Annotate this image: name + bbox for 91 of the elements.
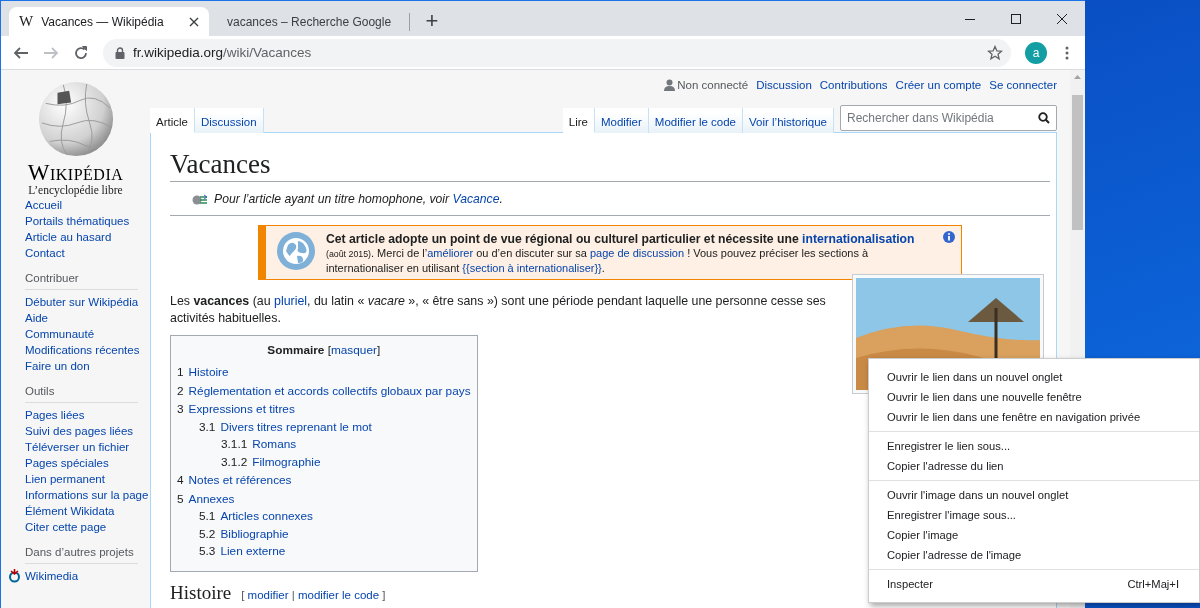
search-icon[interactable] xyxy=(1038,112,1050,124)
close-icon[interactable] xyxy=(1057,13,1067,24)
section-heading: Histoire xyxy=(170,581,232,603)
browser-tab[interactable]: W Vacances — Wikipédia xyxy=(9,7,209,36)
toc-link[interactable]: 3.1 Divers titres reprenant le mot xyxy=(199,418,372,436)
link[interactable]: modifier xyxy=(247,588,289,601)
sidebar-link[interactable]: Accueil xyxy=(25,197,150,213)
sidebar-link[interactable]: Communauté xyxy=(25,326,150,342)
new-tab-button[interactable]: + xyxy=(418,7,446,35)
page-title: Vacances xyxy=(170,147,1050,182)
link[interactable]: améliorer xyxy=(427,247,474,259)
user-icon xyxy=(664,79,676,91)
page-tab[interactable]: Voir l’historique xyxy=(743,108,834,133)
back-icon[interactable] xyxy=(13,44,29,61)
maximize-icon[interactable] xyxy=(1011,13,1021,24)
page-tab[interactable]: Modifier xyxy=(594,108,649,133)
sidebar-heading: Dans d’autres projets xyxy=(25,545,138,564)
page-tab[interactable]: Modifier le code xyxy=(648,108,743,133)
info-icon[interactable] xyxy=(943,231,955,243)
intro-paragraph: Les vacances (au pluriel, du latin « vacare », « être sans ») sont une période pendant laquelle une personne cesse ses activités habituelles. xyxy=(170,293,827,327)
notice-title: Cet article adopte un point de vue régional ou culturel particulier et nécessite une internationalisation xyxy=(326,231,916,247)
sidebar-link[interactable]: Portails thématiques xyxy=(25,213,150,229)
close-icon[interactable] xyxy=(189,16,199,27)
toc-heading: Sommaire [masquer] xyxy=(266,342,382,359)
menu-item[interactable]: Inspecter Ctrl+Maj+I xyxy=(869,574,1199,594)
menu-icon[interactable] xyxy=(1065,45,1069,60)
edit-links: [ modifier | modifier le code ] xyxy=(241,587,386,603)
toc-link[interactable]: 5.3 Lien externe xyxy=(199,543,286,561)
toc-link[interactable]: 4 Notes et références xyxy=(177,472,292,490)
lock-icon xyxy=(115,46,125,59)
favicon: W xyxy=(19,13,34,30)
menu-item[interactable]: Ouvrir le lien dans une fenêtre en navigation privée xyxy=(869,407,1199,427)
sidebar-link[interactable]: Citer cette page xyxy=(25,519,150,535)
toc-link[interactable]: 3 Expressions et titres xyxy=(177,401,295,419)
login-status: Non connecté xyxy=(664,79,749,91)
link[interactable]: page de discussion xyxy=(589,247,685,259)
sidebar-link[interactable]: Article au hasard xyxy=(25,229,150,245)
hatnote: Pour l’article ayant un titre homophone, voir Vacance. xyxy=(214,191,503,208)
menu-item[interactable]: Enregistrer l'image sous... xyxy=(869,505,1199,525)
link[interactable]: modifier le code xyxy=(297,588,380,601)
menu-item[interactable]: Copier l'image xyxy=(869,525,1199,545)
toc-link[interactable]: 5.2 Bibliographie xyxy=(199,525,289,543)
toc-link[interactable]: 5 Annexes xyxy=(177,490,235,508)
star-icon[interactable] xyxy=(987,44,1003,61)
toc-link[interactable]: 1 Histoire xyxy=(177,364,229,382)
sidebar-link[interactable]: Lien permanent xyxy=(25,471,150,487)
link[interactable]: internationalisation xyxy=(802,232,915,246)
sidebar-link[interactable]: Faire un don xyxy=(25,358,150,374)
sidebar-link[interactable]: Téléverser un fichier xyxy=(25,439,150,455)
menu-item[interactable]: Copier l'adresse de l'image xyxy=(869,545,1199,565)
sidebar-link[interactable]: Modifications récentes xyxy=(25,342,150,358)
globe-icon xyxy=(276,231,316,271)
sidebar-link[interactable]: Informations sur la page xyxy=(25,487,150,503)
sidebar-link[interactable]: Débuter sur Wikipédia xyxy=(25,294,150,310)
sidebar-link[interactable]: Contact xyxy=(25,245,150,261)
disambiguation-icon xyxy=(192,193,208,206)
page-tab[interactable]: Lire xyxy=(562,108,595,133)
sidebar-link[interactable]: Élément Wikidata xyxy=(25,503,150,519)
menu-item[interactable]: Ouvrir le lien dans une nouvelle fenêtre xyxy=(869,387,1199,407)
tagline: L’encyclopédie libre xyxy=(28,184,123,197)
toc-link[interactable]: 3.1.1 Romans xyxy=(221,436,297,454)
commons-logo-icon xyxy=(8,568,21,584)
toc-link[interactable]: 2 Réglementation et accords collectifs globaux par pays xyxy=(177,382,471,400)
menu-item[interactable]: Ouvrir le lien dans un nouvel onglet xyxy=(869,367,1199,387)
address-bar[interactable]: fr.wikipedia.org/wiki/Vacances xyxy=(103,38,1011,67)
menu-item[interactable]: Copier l'adresse du lien xyxy=(869,456,1199,476)
toc-link[interactable]: 3.1.2 Filmographie xyxy=(221,453,321,471)
toc-link[interactable]: 5.1 Articles connexes xyxy=(199,508,313,526)
user-link[interactable]: Se connecter xyxy=(989,79,1057,91)
menu-item[interactable]: Enregistrer le lien sous... xyxy=(869,436,1199,456)
link[interactable]: {{section à internationaliser}} xyxy=(462,261,602,274)
shortcut-label: Ctrl+Maj+I xyxy=(1127,578,1179,590)
user-link[interactable]: Contributions xyxy=(819,79,888,91)
menu-item[interactable]: Ouvrir l'image dans un nouvel onglet xyxy=(869,485,1199,505)
sidebar-link[interactable]: Pages liées xyxy=(25,407,150,423)
search-field[interactable]: Rechercher dans Wikipédia xyxy=(840,105,1057,131)
user-link[interactable]: Discussion xyxy=(756,79,812,91)
sidebar-link[interactable]: Pages spéciales xyxy=(25,455,150,471)
sidebar-link[interactable]: Aide xyxy=(25,310,150,326)
sidebar-heading: Contribuer xyxy=(25,271,138,290)
scrollbar-thumb[interactable] xyxy=(1072,95,1083,230)
browser-tab[interactable]: vacances – Recherche Google xyxy=(209,7,409,36)
reload-icon[interactable] xyxy=(73,44,89,61)
sidebar-heading: Outils xyxy=(25,384,138,403)
sidebar-link[interactable]: Suivi des pages liées xyxy=(25,423,150,439)
notice-text: (août 2015). Merci de l’améliorer ou d’en discuter sur sa page de discussion ! Vous pouvez préciser les sections à internationaliser en utilisant {{section à internationaliser}}. xyxy=(326,247,870,275)
page-tab[interactable]: Discussion xyxy=(194,108,264,133)
page-tab[interactable]: Article xyxy=(150,108,195,133)
user-link[interactable]: Créer un compte xyxy=(895,79,982,91)
link[interactable]: Vacance xyxy=(452,192,500,206)
sidebar-link[interactable]: Wikimedia xyxy=(25,568,79,584)
